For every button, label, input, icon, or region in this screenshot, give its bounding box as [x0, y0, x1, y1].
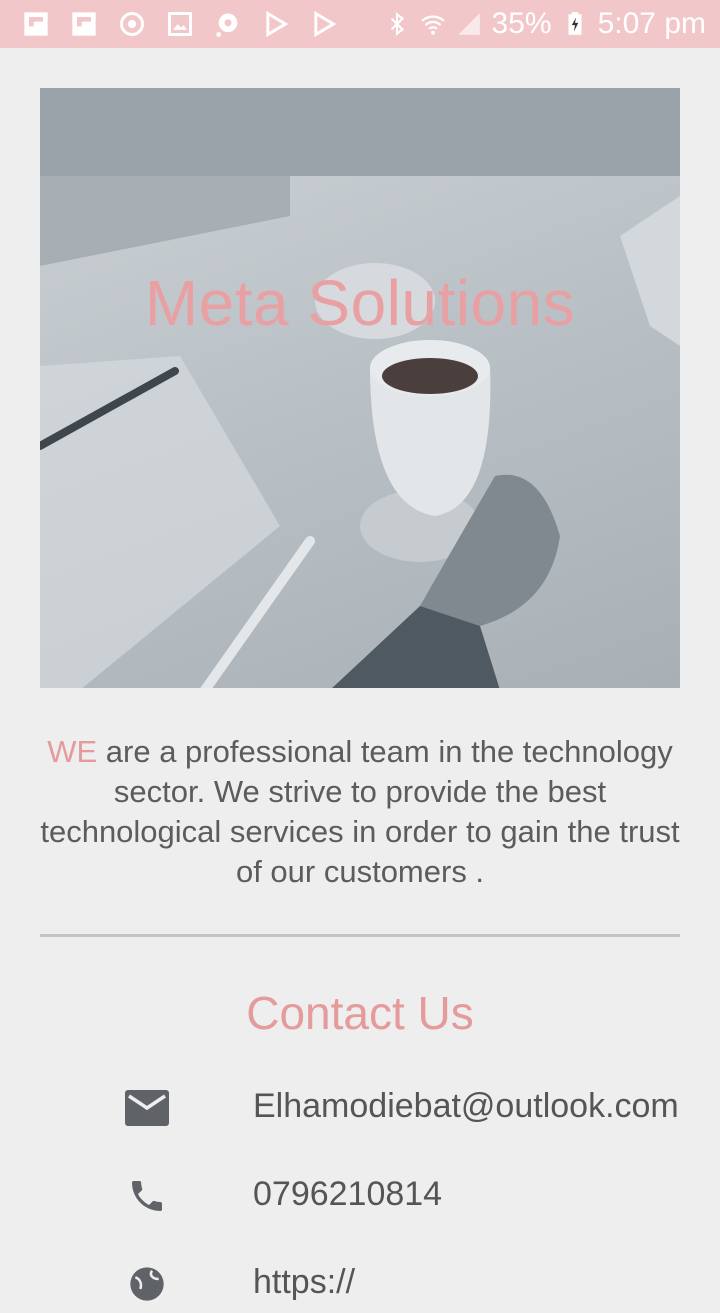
cell-signal-icon	[456, 10, 482, 38]
contact-phone[interactable]: 0796210814	[253, 1175, 442, 1214]
hero-title: Meta Solutions	[144, 267, 576, 339]
media-icon	[214, 10, 242, 38]
email-icon	[124, 1085, 170, 1131]
hero-photo	[40, 176, 680, 688]
battery-charging-icon	[562, 10, 588, 38]
flipboard-icon	[22, 10, 50, 38]
phone-icon	[124, 1173, 170, 1219]
image-icon	[166, 10, 194, 38]
hero-banner: Meta Solutions	[40, 88, 680, 688]
divider	[40, 934, 680, 937]
contact-phone-row[interactable]: 0796210814	[0, 1165, 720, 1225]
play-store-icon	[310, 10, 338, 38]
contact-website[interactable]: https://	[253, 1263, 355, 1302]
contact-email[interactable]: Elhamodiebat@outlook.com	[253, 1087, 679, 1126]
about-text: WE are a professional team in the techno…	[40, 732, 680, 892]
notification-icons	[22, 10, 338, 38]
about-accent-word: WE	[47, 734, 98, 769]
contact-website-row[interactable]: https://	[0, 1253, 720, 1313]
play-store-icon	[262, 10, 290, 38]
contact-title: Contact Us	[246, 987, 474, 1039]
about-body: are a professional team in the technolog…	[40, 734, 680, 889]
status-bar: 35% 5:07 pm	[0, 0, 720, 48]
wifi-icon	[420, 10, 446, 38]
clock: 5:07 pm	[597, 7, 706, 40]
globe-icon	[124, 1261, 170, 1307]
battery-percent: 35%	[491, 7, 552, 40]
contact-email-row[interactable]: Elhamodiebat@outlook.com	[0, 1077, 720, 1137]
flipboard-icon	[70, 10, 98, 38]
sync-icon	[118, 10, 146, 38]
bluetooth-icon	[384, 10, 410, 38]
